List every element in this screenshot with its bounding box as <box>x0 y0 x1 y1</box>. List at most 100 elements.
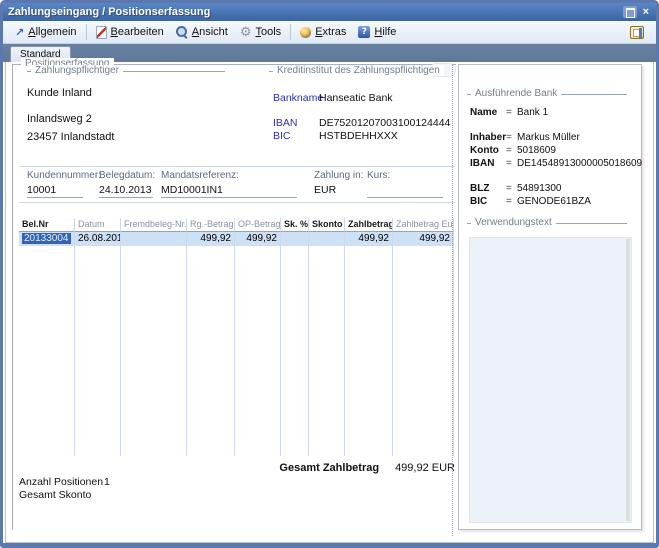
bic-value: HSTBDEHHXXX <box>319 130 398 142</box>
equals-separator: = <box>506 145 517 156</box>
equals-separator: = <box>506 132 517 143</box>
positions-table: Bel.Nr Datum Fremdbeleg-Nr. Rg.-Betrag O… <box>19 218 455 456</box>
toolbar-separator <box>290 24 291 40</box>
skonto-label: Gesamt Skonto <box>19 489 91 501</box>
row-value: 5018609 <box>517 145 556 156</box>
menu-extras[interactable]: Extras <box>294 22 352 42</box>
belegdatum-field[interactable]: Belegdatum: 24.10.2013 <box>99 170 153 198</box>
table-row[interactable]: 20133004▼ 26.08.2013 499,92 499,92 499,9… <box>19 232 455 246</box>
mandatsreferenz-field[interactable]: Mandatsreferenz: MD10001IN1 <box>161 170 297 198</box>
column-header[interactable]: Skonto <box>309 218 345 232</box>
help-icon <box>358 26 370 38</box>
panel-splitter[interactable] <box>452 64 453 536</box>
kreditinstitut-group: Kreditinstitut des Zahlungspflichtigen <box>269 71 423 72</box>
field-value[interactable]: EUR <box>314 184 360 198</box>
app-window: Zahlungseingang / Positionserfassung × A… <box>0 0 659 548</box>
ausfuehrende-bank-group: Ausführende Bank <box>467 94 627 95</box>
column-header[interactable]: Datum <box>75 218 121 232</box>
extras-sphere-icon <box>300 27 311 38</box>
column-header[interactable]: Zahlbetrag Euro <box>393 218 454 232</box>
field-label: Mandatsreferenz: <box>161 170 297 181</box>
verwendungstext-group: Verwendungstext <box>467 223 627 224</box>
field-value[interactable]: 10001 <box>27 184 83 198</box>
column-header[interactable]: Bel.Nr <box>19 218 75 232</box>
column-header[interactable]: Zahlbetrag <box>345 218 393 232</box>
op-betrag-cell[interactable]: 499,92 <box>235 232 281 246</box>
magnifier-icon <box>176 26 188 38</box>
bank-bic-row: BIC = GENODE61BZA <box>470 196 591 207</box>
content-area: Positionserfassung Zahlungspflichtiger K… <box>5 62 654 543</box>
row-label: BIC <box>470 196 506 207</box>
kundennummer-field[interactable]: Kundennummer: 10001 <box>27 170 83 198</box>
zahlbetrag-euro-cell[interactable]: 499,92 <box>393 232 454 246</box>
column-header[interactable]: Fremdbeleg-Nr. <box>121 218 187 232</box>
payer-city: 23457 Inlandstadt <box>27 131 114 143</box>
column-header[interactable]: Rg.-Betrag <box>187 218 235 232</box>
field-value[interactable]: MD10001IN1 <box>161 184 297 198</box>
bank-inhaber-row: Inhaber = Markus Müller <box>470 132 580 143</box>
iban-value: DE75201207003100124444 <box>319 117 450 129</box>
belnr-cell[interactable]: 20133004▼ <box>19 232 75 246</box>
window-title: Zahlungseingang / Positionserfassung <box>8 6 623 18</box>
bankname-value: Hanseatic Bank <box>319 92 393 104</box>
field-label: Kurs: <box>367 170 443 181</box>
total-label: Gesamt Zahlbetrag <box>279 462 379 474</box>
menu-label: Ansicht <box>192 26 228 38</box>
payer-street: Inlandsweg 2 <box>27 113 92 125</box>
zahlbetrag-cell[interactable]: 499,92 <box>345 232 393 246</box>
row-label: IBAN <box>470 158 506 169</box>
payer-name: Kunde Inland <box>27 87 92 99</box>
belnr-value[interactable]: 20133004 <box>22 233 71 244</box>
textarea-scrollbar[interactable] <box>626 239 630 521</box>
zahlungspflichtiger-group: Zahlungspflichtiger <box>27 71 225 72</box>
save-button[interactable] <box>624 22 650 42</box>
zahlung-in-field[interactable]: Zahlung in: EUR <box>314 170 360 198</box>
total-value: 499,92 EUR <box>395 462 455 474</box>
rg-betrag-cell[interactable]: 499,92 <box>187 232 235 246</box>
sk-prozent-cell[interactable] <box>281 232 309 246</box>
menu-ansicht[interactable]: Ansicht <box>170 22 234 42</box>
close-icon[interactable]: × <box>641 6 651 18</box>
bank-iban-row: IBAN = DE14548913000005018609 <box>470 158 642 169</box>
menu-tools[interactable]: Tools <box>234 22 287 42</box>
divider <box>19 202 455 203</box>
menu-label: Bearbeiten <box>111 26 164 38</box>
field-label: Zahlung in: <box>314 170 360 181</box>
equals-separator: = <box>506 107 517 118</box>
restore-window-icon[interactable] <box>623 6 637 18</box>
row-value: Markus Müller <box>517 132 580 143</box>
row-value: 54891300 <box>517 183 562 194</box>
column-header[interactable]: OP-Betrag <box>235 218 281 232</box>
verwendungstext-textarea[interactable] <box>469 237 632 523</box>
field-value[interactable] <box>367 184 443 198</box>
iban-label: IBAN <box>273 117 298 129</box>
group-title: Zahlungspflichtiger <box>31 65 123 76</box>
menu-label: Extras <box>315 26 346 38</box>
fremdbeleg-cell[interactable] <box>121 232 187 246</box>
count-label: Anzahl Positionen <box>19 476 103 488</box>
column-header[interactable]: Sk. % <box>281 218 309 232</box>
row-label: BLZ <box>470 183 506 194</box>
count-value: 1 <box>104 476 110 488</box>
field-value[interactable]: 24.10.2013 <box>99 184 153 198</box>
datum-cell[interactable]: 26.08.2013 <box>75 232 121 246</box>
row-value: DE14548913000005018609 <box>517 158 642 169</box>
row-label: Konto <box>470 145 506 156</box>
positionserfassung-group: Positionserfassung Zahlungspflichtiger K… <box>12 64 456 530</box>
toolbar-separator <box>86 24 87 40</box>
divider <box>19 166 455 167</box>
group-title: Verwendungstext <box>471 217 556 228</box>
menu-bearbeiten[interactable]: Bearbeiten <box>90 22 170 42</box>
title-bar[interactable]: Zahlungseingang / Positionserfassung × <box>3 3 656 21</box>
kurs-field[interactable]: Kurs: <box>367 170 443 198</box>
menu-hilfe[interactable]: Hilfe <box>352 22 402 42</box>
row-value: GENODE61BZA <box>517 196 591 207</box>
skonto-cell[interactable] <box>309 232 345 246</box>
menu-bar: Allgemein Bearbeiten Ansicht Tools Extra… <box>3 21 656 44</box>
row-label: Inhaber <box>470 132 506 143</box>
menu-allgemein[interactable]: Allgemein <box>9 22 83 42</box>
bank-konto-row: Konto = 5018609 <box>470 145 556 156</box>
save-icon <box>630 26 644 39</box>
total-row: Gesamt Zahlbetrag 499,92 EUR <box>19 462 455 474</box>
menu-label: Tools <box>256 26 282 38</box>
